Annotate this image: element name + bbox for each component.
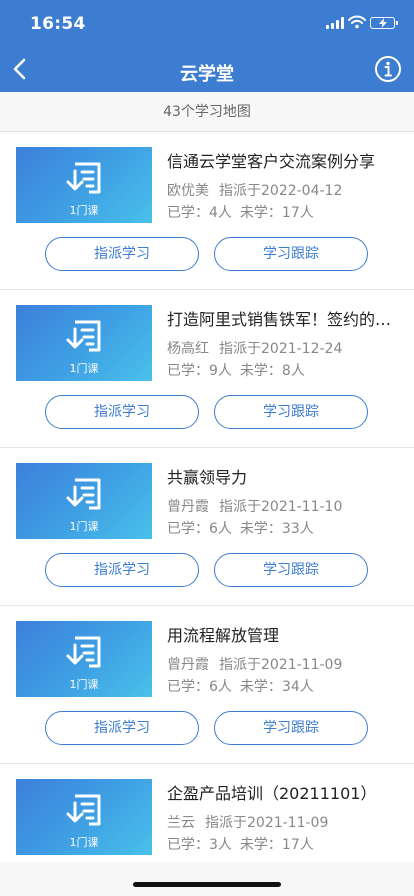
learned-count: 已学：4人 (167, 205, 232, 221)
map-title[interactable]: 信通云学堂客户交流案例分享 (167, 148, 399, 172)
battery-icon (370, 17, 398, 29)
home-indicator-area (0, 862, 414, 896)
course-thumbnail[interactable]: 1门课 (16, 147, 152, 223)
map-meta: 兰云 指派于2021-11-09 (167, 812, 328, 832)
unlearned-count: 未学：17人 (239, 205, 314, 221)
app-header: 16:54 云学堂 (0, 0, 414, 92)
learned-count: 已学：3人 (167, 837, 232, 853)
status-time: 16:54 (30, 14, 86, 34)
assign-learning-button[interactable]: 指派学习 (45, 553, 199, 587)
course-thumbnail[interactable]: 1门课 (16, 305, 152, 381)
map-meta: 曾丹霞 指派于2021-11-09 (167, 654, 342, 674)
map-title[interactable]: 企盈产品培训（20211101） (167, 780, 399, 804)
lesson-count: 1门课 (69, 362, 99, 375)
unlearned-count: 未学：17人 (239, 837, 314, 853)
assign-learning-button[interactable]: 指派学习 (45, 711, 199, 745)
map-meta: 杨高红 指派于2021-12-24 (167, 338, 342, 358)
learning-map-card[interactable]: 1门课 企盈产品培训（20211101） 兰云 指派于2021-11-09 已学：… (0, 764, 414, 862)
owner-name: 杨高红 (167, 341, 209, 357)
owner-name: 欧优美 (167, 183, 209, 199)
status-bar: 16:54 (0, 0, 414, 46)
document-download-icon (66, 320, 101, 352)
document-download-icon (66, 478, 101, 510)
learned-count: 已学：6人 (167, 679, 232, 695)
map-meta: 欧优美 指派于2022-04-12 (167, 180, 342, 200)
map-title[interactable]: 用流程解放管理 (167, 622, 399, 646)
owner-name: 兰云 (167, 815, 195, 831)
learning-map-list[interactable]: 1门课 信通云学堂客户交流案例分享 欧优美 指派于2022-04-12 已学：4人… (0, 132, 414, 862)
nav-bar: 云学堂 (0, 46, 414, 92)
map-stats: 已学：6人 未学：34人 (167, 676, 314, 696)
document-download-icon (66, 162, 101, 194)
assigned-date: 指派于2021-11-10 (219, 499, 343, 515)
assign-learning-button[interactable]: 指派学习 (45, 237, 199, 271)
owner-name: 曾丹霞 (167, 657, 209, 673)
learning-tracking-button[interactable]: 学习跟踪 (214, 395, 368, 429)
assign-learning-button[interactable]: 指派学习 (45, 395, 199, 429)
map-meta: 曾丹霞 指派于2021-11-10 (167, 496, 342, 516)
learning-tracking-button[interactable]: 学习跟踪 (214, 711, 368, 745)
lesson-count: 1门课 (69, 678, 99, 691)
unlearned-count: 未学：34人 (239, 679, 314, 695)
map-stats: 已学：4人 未学：17人 (167, 202, 314, 222)
document-download-icon (66, 794, 101, 826)
document-download-icon (66, 636, 101, 668)
info-icon[interactable] (374, 55, 402, 83)
map-stats: 已学：3人 未学：17人 (167, 834, 314, 854)
map-title[interactable]: 打造阿里式销售铁军！签约的… (167, 306, 399, 330)
lesson-count: 1门课 (69, 204, 99, 217)
assigned-date: 指派于2022-04-12 (219, 183, 343, 199)
learning-map-card[interactable]: 1门课 共赢领导力 曾丹霞 指派于2021-11-10 已学：6人 未学：33人 指… (0, 448, 414, 606)
learned-count: 已学：9人 (167, 363, 232, 379)
lesson-count: 1门课 (69, 836, 99, 849)
learning-tracking-button[interactable]: 学习跟踪 (214, 237, 368, 271)
learning-map-card[interactable]: 1门课 信通云学堂客户交流案例分享 欧优美 指派于2022-04-12 已学：4人… (0, 132, 414, 290)
map-title[interactable]: 共赢领导力 (167, 464, 399, 488)
map-count: 43个学习地图 (0, 92, 414, 132)
owner-name: 曾丹霞 (167, 499, 209, 515)
course-thumbnail[interactable]: 1门课 (16, 463, 152, 539)
map-stats: 已学：6人 未学：33人 (167, 518, 314, 538)
page-title: 云学堂 (180, 64, 234, 85)
learning-tracking-button[interactable]: 学习跟踪 (214, 553, 368, 587)
map-stats: 已学：9人 未学：8人 (167, 360, 305, 380)
assigned-date: 指派于2021-12-24 (219, 341, 343, 357)
lesson-count: 1门课 (69, 520, 99, 533)
home-indicator[interactable] (133, 882, 281, 887)
course-thumbnail[interactable]: 1门课 (16, 621, 152, 697)
learning-map-card[interactable]: 1门课 用流程解放管理 曾丹霞 指派于2021-11-09 已学：6人 未学：34人… (0, 606, 414, 764)
course-thumbnail[interactable]: 1门课 (16, 779, 152, 855)
unlearned-count: 未学：33人 (239, 521, 314, 537)
wifi-icon (348, 15, 366, 29)
assigned-date: 指派于2021-11-09 (205, 815, 329, 831)
learned-count: 已学：6人 (167, 521, 232, 537)
learning-map-card[interactable]: 1门课 打造阿里式销售铁军！签约的… 杨高红 指派于2021-12-24 已学：9… (0, 290, 414, 448)
signal-icon (326, 17, 344, 29)
assigned-date: 指派于2021-11-09 (219, 657, 343, 673)
unlearned-count: 未学：8人 (239, 363, 305, 379)
